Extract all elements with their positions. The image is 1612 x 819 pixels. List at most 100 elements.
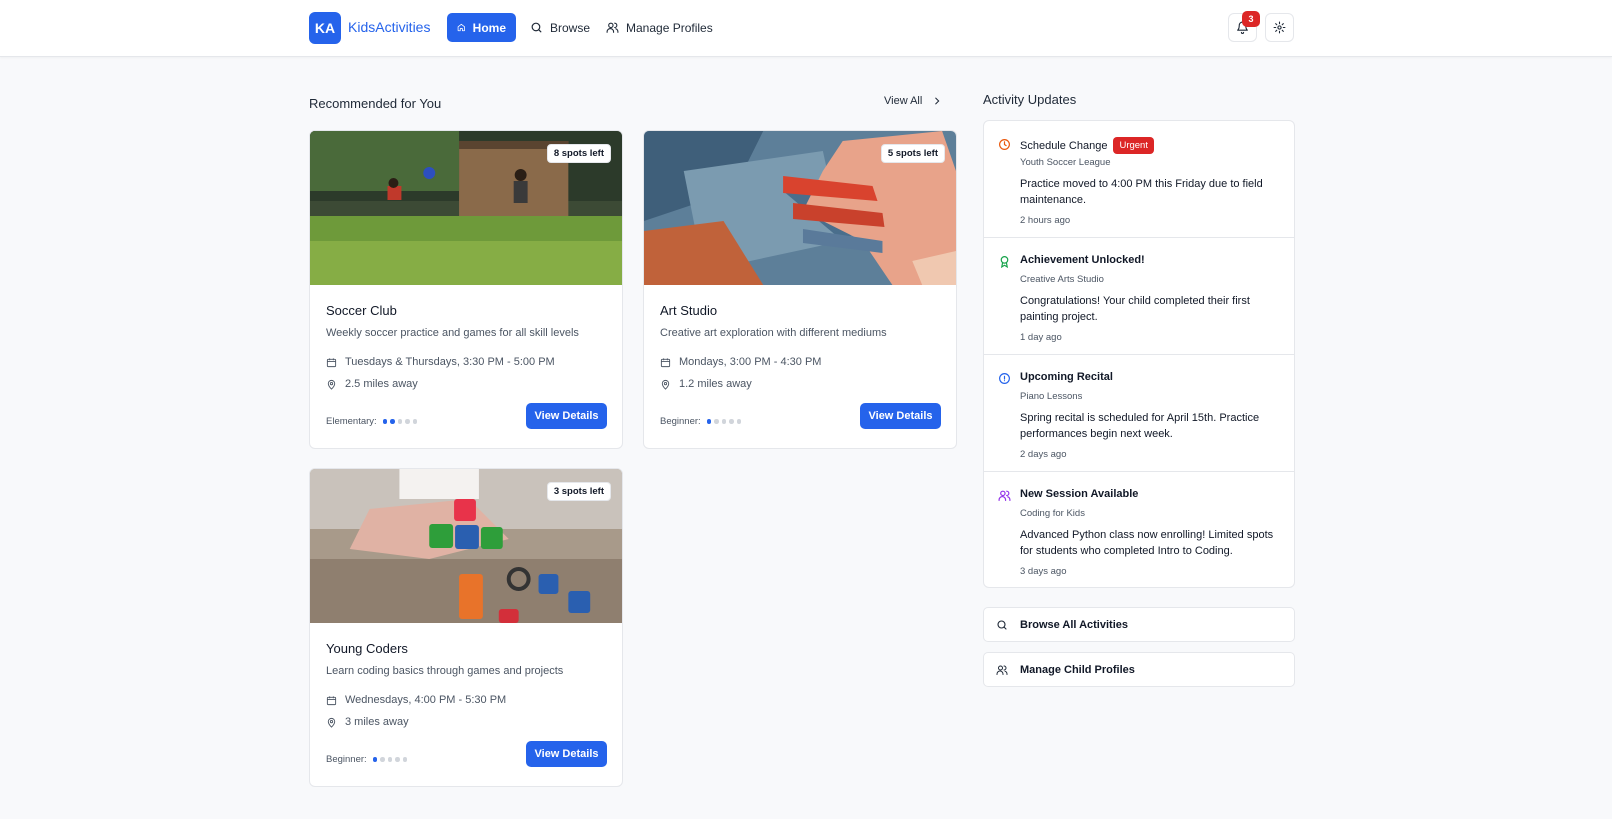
users-icon xyxy=(998,490,1011,501)
view-details-button[interactable]: View Details xyxy=(526,403,607,429)
activity-schedule: Wednesdays, 4:00 PM - 5:30 PM xyxy=(326,694,506,706)
skill-level: Elementary: xyxy=(326,416,418,427)
update-message: Practice moved to 4:00 PM this Friday du… xyxy=(1020,178,1263,206)
update-source: Creative Arts Studio xyxy=(1020,274,1104,285)
spots-left-badge: 8 spots left xyxy=(546,144,611,163)
schedule-text: Wednesdays, 4:00 PM - 5:30 PM xyxy=(345,694,507,706)
activity-card[interactable]: 3 spots left Young Coders Learn coding b… xyxy=(309,468,623,787)
home-icon xyxy=(457,23,465,32)
nav-browse-button[interactable]: Browse xyxy=(520,13,600,42)
activity-description: Creative art exploration with different … xyxy=(660,327,887,339)
info-icon xyxy=(999,373,1010,384)
level-dot xyxy=(405,419,410,424)
top-navbar: KA KidsActivities Home Browse Manage Pro… xyxy=(0,0,1612,57)
level-dots xyxy=(382,419,418,424)
activity-title: Young Coders xyxy=(326,641,408,656)
distance-text: 1.2 miles away xyxy=(679,378,752,390)
activity-title: Soccer Club xyxy=(326,303,397,318)
update-time: 1 day ago xyxy=(1020,332,1062,343)
browse-all-activities-button[interactable]: Browse All Activities xyxy=(983,607,1295,642)
users-icon xyxy=(996,665,1008,675)
schedule-text: Tuesdays & Thursdays, 3:30 PM - 5:00 PM xyxy=(345,356,555,368)
update-time: 2 days ago xyxy=(1020,449,1067,460)
logo-text[interactable]: KidsActivities xyxy=(348,19,430,35)
level-dot xyxy=(412,419,418,424)
nav-manage-profiles-button[interactable]: Manage Profiles xyxy=(596,13,723,42)
activity-distance: 1.2 miles away xyxy=(660,378,752,390)
map-pin-icon xyxy=(661,379,670,390)
update-item[interactable]: Upcoming Recital Piano Lessons Spring re… xyxy=(984,355,1294,472)
clock-icon xyxy=(999,139,1010,150)
schedule-text: Mondays, 3:00 PM - 4:30 PM xyxy=(679,356,822,368)
update-item[interactable]: Achievement Unlocked! Creative Arts Stud… xyxy=(984,238,1294,355)
view-all-link[interactable]: View All xyxy=(884,95,942,107)
level-dot xyxy=(382,419,388,424)
recommended-title: Recommended for You xyxy=(309,96,442,111)
update-message: Congratulations! Your child completed th… xyxy=(1020,295,1250,323)
activity-image-art: 5 spots left xyxy=(644,131,956,285)
level-label: Elementary: xyxy=(326,416,377,427)
skill-level: Beginner: xyxy=(660,416,742,427)
level-dot xyxy=(395,757,400,762)
update-message: Advanced Python class now enrolling! Lim… xyxy=(1020,529,1274,557)
spots-left-badge: 3 spots left xyxy=(546,482,611,501)
update-item[interactable]: Schedule Change Urgent Youth Soccer Leag… xyxy=(984,121,1294,238)
nav-profiles-label: Manage Profiles xyxy=(626,20,713,35)
award-icon xyxy=(1000,256,1009,268)
update-source: Coding for Kids xyxy=(1020,508,1085,519)
chevron-right-icon xyxy=(935,97,940,105)
urgent-badge: Urgent xyxy=(1113,137,1154,154)
users-icon xyxy=(606,22,619,33)
update-time: 2 hours ago xyxy=(1020,215,1071,226)
logo-mark[interactable]: KA xyxy=(309,12,341,44)
activity-updates-panel: Schedule Change Urgent Youth Soccer Leag… xyxy=(983,120,1295,588)
level-dot xyxy=(706,419,712,424)
map-pin-icon xyxy=(327,379,336,390)
search-icon xyxy=(531,22,542,33)
settings-button[interactable] xyxy=(1265,13,1294,42)
calendar-icon xyxy=(326,357,337,367)
view-details-button[interactable]: View Details xyxy=(526,741,607,767)
level-dot xyxy=(736,419,742,424)
activity-image-soccer: 8 spots left xyxy=(310,131,622,285)
level-dots xyxy=(372,757,408,762)
distance-text: 3 miles away xyxy=(345,716,409,728)
gear-icon xyxy=(1273,21,1286,34)
activity-updates-title: Activity Updates xyxy=(983,92,1077,107)
update-source: Youth Soccer League xyxy=(1020,157,1111,168)
level-label: Beginner: xyxy=(326,754,367,765)
activity-distance: 3 miles away xyxy=(326,716,409,728)
activity-title: Art Studio xyxy=(660,303,718,318)
update-message: Spring recital is scheduled for April 15… xyxy=(1020,412,1260,440)
update-title-text: Schedule Change xyxy=(1020,139,1108,152)
view-details-button[interactable]: View Details xyxy=(860,403,941,429)
browse-all-label: Browse All Activities xyxy=(1020,618,1128,631)
activity-card[interactable]: 5 spots left Art Studio Creative art exp… xyxy=(643,130,957,449)
calendar-icon xyxy=(660,357,671,367)
manage-child-profiles-button[interactable]: Manage Child Profiles xyxy=(983,652,1295,687)
spots-left-badge: 5 spots left xyxy=(880,144,945,163)
nav-home-button[interactable]: Home xyxy=(447,13,516,42)
activity-schedule: Tuesdays & Thursdays, 3:30 PM - 5:00 PM xyxy=(326,356,555,368)
level-dot xyxy=(397,419,403,424)
notification-count-badge: 3 xyxy=(1242,11,1260,27)
activity-distance: 2.5 miles away xyxy=(326,378,418,390)
skill-level: Beginner: xyxy=(326,754,408,765)
level-dot xyxy=(714,419,719,424)
update-source: Piano Lessons xyxy=(1020,391,1083,402)
manage-profiles-label: Manage Child Profiles xyxy=(1020,663,1135,676)
activity-image-coding: 3 spots left xyxy=(310,469,622,623)
level-label: Beginner: xyxy=(660,416,701,427)
update-title: Upcoming Recital xyxy=(1020,371,1113,383)
activity-description: Weekly soccer practice and games for all… xyxy=(326,327,579,339)
activity-card[interactable]: 8 spots left Soccer Club Weekly soccer p… xyxy=(309,130,623,449)
level-dot xyxy=(390,419,395,424)
level-dot xyxy=(387,757,393,762)
nav-browse-label: Browse xyxy=(550,20,591,35)
update-item[interactable]: New Session Available Coding for Kids Ad… xyxy=(984,472,1294,589)
update-title: Schedule Change Urgent xyxy=(1020,137,1154,154)
level-dot xyxy=(402,757,408,762)
distance-text: 2.5 miles away xyxy=(345,378,418,390)
update-time: 3 days ago xyxy=(1020,566,1067,577)
calendar-icon xyxy=(326,695,337,705)
